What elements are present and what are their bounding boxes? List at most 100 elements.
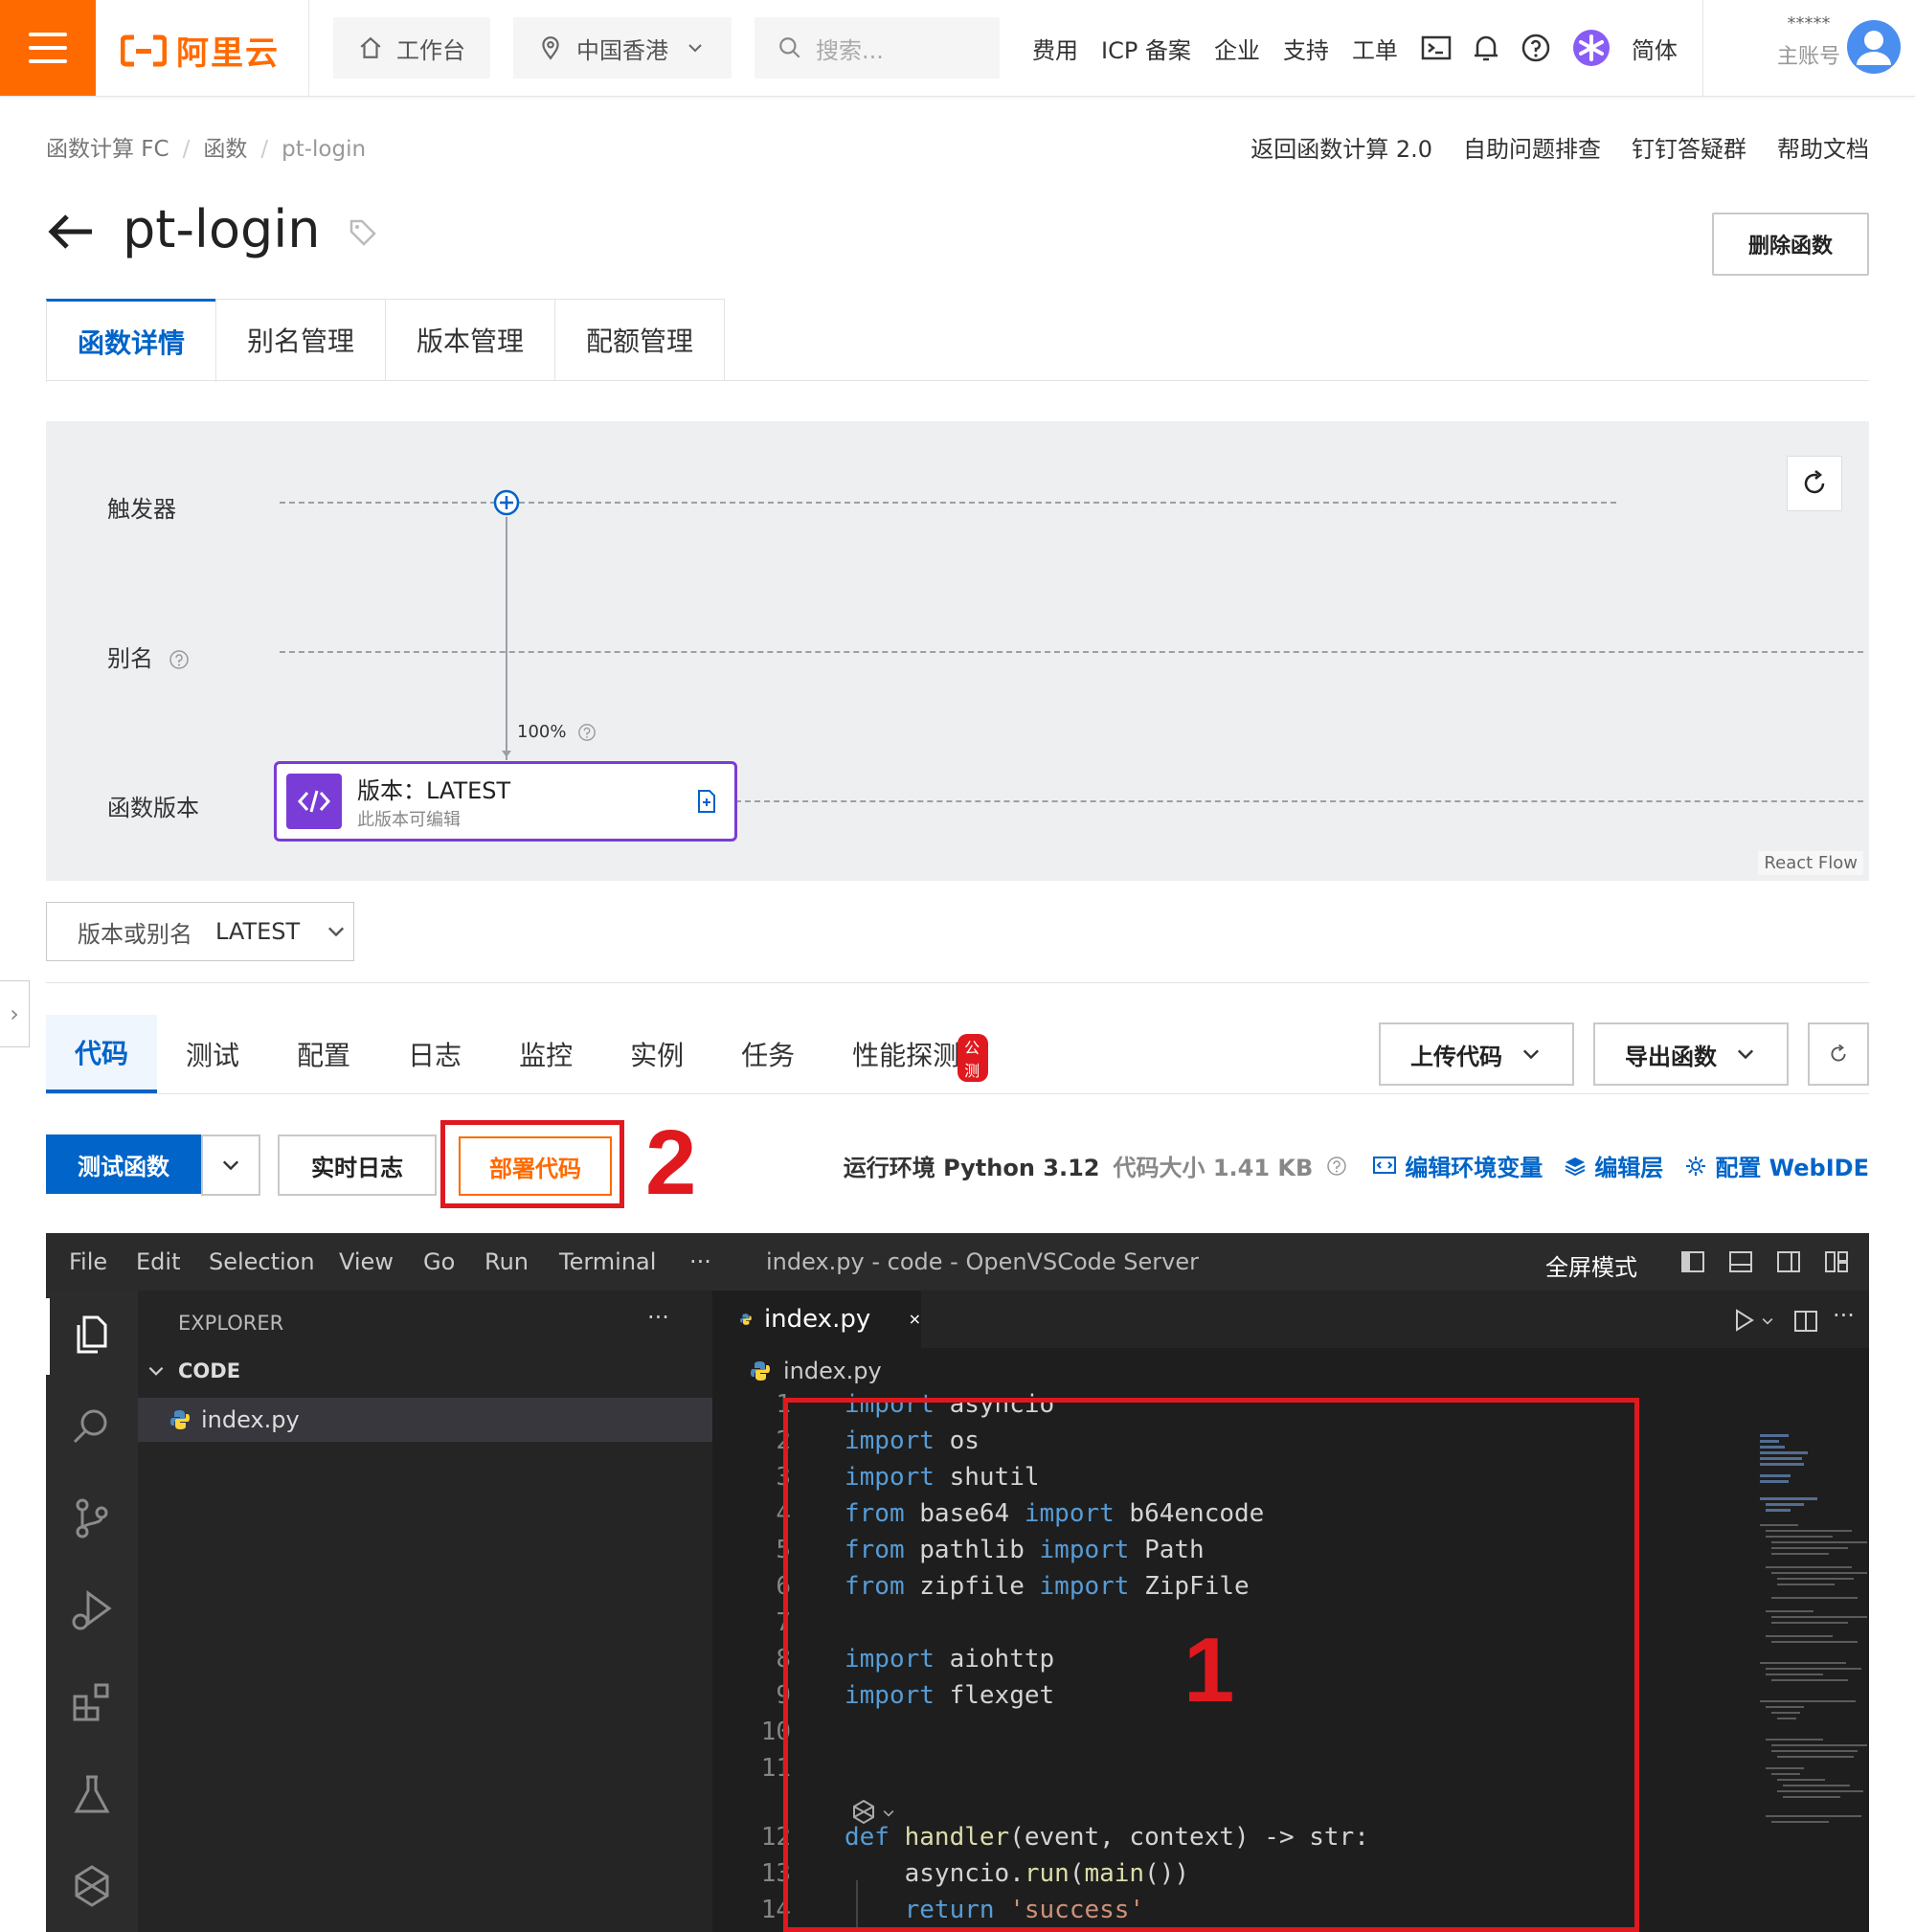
- nav-support[interactable]: 支持: [1283, 32, 1329, 65]
- refresh-graph-button[interactable]: [1787, 456, 1842, 511]
- serverless-devs-icon[interactable]: [69, 1863, 115, 1909]
- explorer-files-icon[interactable]: [69, 1312, 115, 1358]
- close-icon[interactable]: [909, 1309, 921, 1330]
- account-menu[interactable]: ***** 主账号: [1768, 13, 1850, 70]
- menu-selection[interactable]: Selection: [209, 1248, 315, 1275]
- beta-badge: 公测: [958, 1034, 989, 1082]
- link-dingtalk[interactable]: 钉钉答疑群: [1632, 130, 1746, 164]
- export-function-button[interactable]: 导出函数: [1593, 1022, 1789, 1086]
- bell-icon[interactable]: [1473, 33, 1499, 63]
- link-back-fc2[interactable]: 返回函数计算 2.0: [1250, 130, 1432, 164]
- tab-instances[interactable]: 实例: [601, 1015, 712, 1093]
- breadcrumb-item[interactable]: 函数: [203, 137, 247, 162]
- config-webide-link[interactable]: 配置 WebIDE: [1684, 1149, 1869, 1182]
- editor-tab-index-py[interactable]: index.py: [712, 1291, 921, 1348]
- run-file-icon[interactable]: [1733, 1308, 1756, 1333]
- run-debug-icon[interactable]: [69, 1587, 115, 1633]
- avatar[interactable]: [1846, 19, 1902, 75]
- version-node[interactable]: 版本：LATEST 此版本可编辑: [274, 761, 737, 842]
- minimap[interactable]: [1754, 1432, 1869, 1930]
- editor-more-icon[interactable]: ···: [1833, 1302, 1855, 1329]
- sidebar-expand-handle[interactable]: ›: [0, 980, 30, 1047]
- upload-code-button[interactable]: 上传代码: [1379, 1022, 1574, 1086]
- menu-view[interactable]: View: [339, 1248, 394, 1275]
- workbench-button[interactable]: 工作台: [333, 17, 490, 79]
- ai-assistant-icon[interactable]: [1572, 29, 1611, 67]
- search-input[interactable]: 搜索...: [755, 17, 1000, 79]
- ide-window-title: index.py - code - OpenVSCode Server: [766, 1248, 1199, 1275]
- menu-edit[interactable]: Edit: [136, 1248, 180, 1275]
- line-number: 3: [776, 1463, 791, 1492]
- explorer-title: EXPLORER: [178, 1312, 284, 1335]
- testing-flask-icon[interactable]: [69, 1771, 115, 1817]
- nav-billing[interactable]: 费用: [1032, 32, 1078, 65]
- toggle-sidebar-icon[interactable]: [1679, 1248, 1706, 1275]
- editor-breadcrumb[interactable]: index.py: [749, 1358, 882, 1384]
- delete-function-button[interactable]: 删除函数: [1712, 213, 1869, 276]
- version-select-label: 版本或别名: [78, 920, 192, 948]
- breadcrumb-item[interactable]: 函数计算 FC: [46, 137, 169, 162]
- tab-quota-management[interactable]: 配额管理: [554, 299, 725, 380]
- edit-env-vars-link[interactable]: 编辑环境变量: [1372, 1149, 1543, 1182]
- explorer-more-icon[interactable]: ···: [647, 1304, 669, 1331]
- help-icon[interactable]: [1521, 33, 1551, 63]
- help-icon[interactable]: [1326, 1156, 1347, 1177]
- customize-layout-icon[interactable]: [1823, 1248, 1850, 1275]
- menu-go[interactable]: Go: [423, 1248, 455, 1275]
- source-control-icon[interactable]: [69, 1495, 115, 1541]
- chevron-down-icon: [1522, 1049, 1540, 1060]
- tab-code[interactable]: 代码: [46, 1015, 158, 1093]
- tab-logs[interactable]: 日志: [379, 1015, 490, 1093]
- link-troubleshoot[interactable]: 自助问题排查: [1463, 130, 1601, 164]
- edit-layer-link[interactable]: 编辑层: [1564, 1149, 1663, 1182]
- menu-more[interactable]: ···: [689, 1248, 711, 1275]
- tab-performance-probe-label: 性能探测: [852, 1040, 960, 1071]
- new-file-icon[interactable]: [696, 789, 717, 814]
- tab-tasks[interactable]: 任务: [712, 1015, 823, 1093]
- annotation-box-2: 部署代码: [440, 1120, 624, 1208]
- tab-version-management[interactable]: 版本管理: [385, 299, 555, 380]
- tab-performance-probe[interactable]: 性能探测 公测: [823, 1015, 989, 1093]
- realtime-log-button[interactable]: 实时日志: [278, 1134, 437, 1196]
- language-switch[interactable]: 简体: [1632, 32, 1678, 65]
- gear-icon: [1686, 1156, 1706, 1176]
- test-options-dropdown[interactable]: [201, 1134, 260, 1196]
- test-function-button[interactable]: 测试函数: [46, 1134, 201, 1194]
- region-selector[interactable]: 中国香港: [513, 17, 732, 79]
- nav-ticket[interactable]: 工单: [1352, 32, 1398, 65]
- workbench-label: 工作台: [396, 36, 465, 64]
- tab-function-details[interactable]: 函数详情: [46, 299, 216, 382]
- add-trigger-icon[interactable]: [492, 488, 521, 517]
- search-icon[interactable]: [69, 1404, 115, 1449]
- tab-config[interactable]: 配置: [268, 1015, 379, 1093]
- fullscreen-button[interactable]: 全屏模式: [1545, 1248, 1637, 1282]
- menu-button[interactable]: [0, 0, 96, 96]
- menu-run[interactable]: Run: [484, 1248, 529, 1275]
- file-index-py[interactable]: index.py: [138, 1398, 712, 1442]
- split-editor-icon[interactable]: [1792, 1308, 1819, 1335]
- extensions-icon[interactable]: [69, 1679, 115, 1725]
- tab-test[interactable]: 测试: [157, 1015, 268, 1093]
- react-flow-attribution[interactable]: React Flow: [1758, 851, 1863, 875]
- tag-icon[interactable]: [349, 218, 377, 247]
- help-icon[interactable]: [577, 723, 597, 742]
- nav-icp[interactable]: ICP 备案: [1101, 32, 1191, 65]
- aliyun-logo[interactable]: 阿里云: [121, 27, 280, 74]
- terminal-icon[interactable]: [1421, 34, 1452, 61]
- deploy-code-button[interactable]: 部署代码: [459, 1136, 612, 1196]
- back-arrow-icon[interactable]: [46, 213, 94, 251]
- folder-code[interactable]: CODE: [146, 1359, 240, 1382]
- tab-alias-management[interactable]: 别名管理: [215, 299, 386, 380]
- menu-file[interactable]: File: [69, 1248, 107, 1275]
- help-icon[interactable]: [169, 649, 190, 670]
- nav-enterprise[interactable]: 企业: [1214, 32, 1260, 65]
- tab-monitor[interactable]: 监控: [490, 1015, 601, 1093]
- refresh-code-button[interactable]: [1808, 1022, 1869, 1086]
- menu-terminal[interactable]: Terminal: [559, 1248, 656, 1275]
- code-section-tabs: 代码 测试 配置 日志 监控 实例 任务 性能探测 公测: [46, 1015, 989, 1093]
- chevron-down-icon[interactable]: [1760, 1314, 1775, 1329]
- link-docs[interactable]: 帮助文档: [1777, 130, 1869, 164]
- toggle-panel-icon[interactable]: [1727, 1248, 1754, 1275]
- version-alias-select[interactable]: 版本或别名 LATEST: [46, 902, 354, 961]
- toggle-secondary-sidebar-icon[interactable]: [1775, 1248, 1802, 1275]
